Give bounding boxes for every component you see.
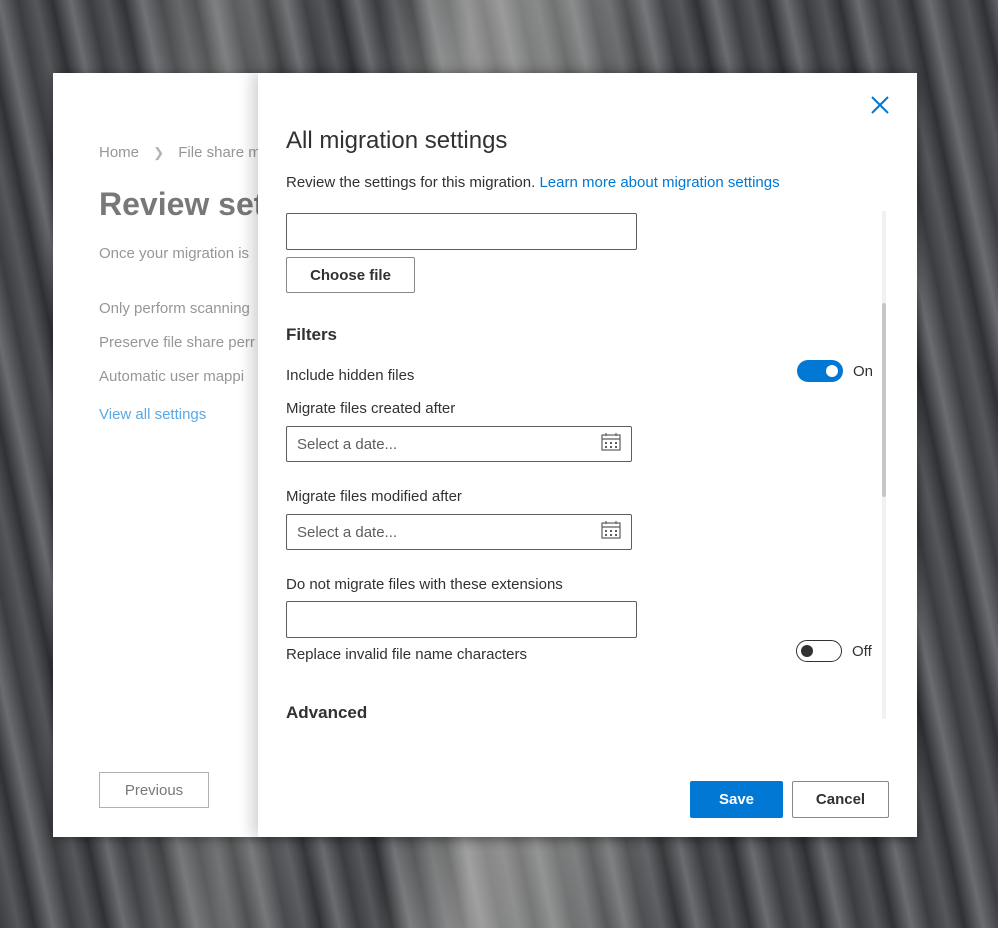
replace-invalid-chars-toggle[interactable]: Off	[796, 640, 872, 662]
learn-more-link[interactable]: Learn more about migration settings	[539, 174, 779, 191]
migration-window: Home ❯ File share m Review sett Once you…	[53, 73, 917, 837]
toggle-state-label: On	[853, 362, 874, 380]
calendar-icon[interactable]	[601, 520, 621, 544]
cancel-button[interactable]: Cancel	[792, 781, 889, 818]
all-migration-settings-panel: All migration settings Review the settin…	[258, 73, 917, 837]
excluded-extensions-input[interactable]	[286, 601, 637, 638]
calendar-icon[interactable]	[601, 432, 621, 456]
close-icon[interactable]	[866, 91, 894, 119]
file-path-input[interactable]	[286, 213, 637, 250]
panel-description-text: Review the settings for this migration.	[286, 174, 536, 191]
toggle-switch[interactable]	[797, 360, 843, 382]
page-dim-overlay	[53, 73, 263, 837]
created-after-label: Migrate files created after	[286, 400, 456, 417]
toggle-knob	[826, 365, 838, 377]
toggle-knob	[801, 645, 813, 657]
toggle-state-label: Off	[852, 642, 872, 660]
excluded-extensions-label: Do not migrate files with these extensio…	[286, 576, 563, 593]
created-after-date-picker[interactable]: Select a date...	[286, 426, 632, 462]
review-settings-page: Home ❯ File share m Review sett Once you…	[53, 73, 263, 837]
include-hidden-files-label: Include hidden files	[286, 367, 415, 384]
toggle-switch[interactable]	[796, 640, 842, 662]
date-placeholder: Select a date...	[297, 435, 398, 453]
panel-title: All migration settings	[286, 127, 508, 154]
settings-scroll-area[interactable]: Choose file Filters Include hidden files…	[286, 211, 886, 719]
replace-invalid-chars-label: Replace invalid file name characters	[286, 646, 527, 663]
choose-file-button[interactable]: Choose file	[286, 257, 415, 293]
date-placeholder: Select a date...	[297, 523, 398, 541]
modified-after-label: Migrate files modified after	[286, 488, 462, 505]
filters-heading: Filters	[286, 325, 338, 344]
panel-description: Review the settings for this migration. …	[286, 174, 780, 191]
save-button[interactable]: Save	[690, 781, 783, 818]
scrollbar-thumb[interactable]	[882, 303, 886, 497]
advanced-heading: Advanced	[286, 703, 368, 719]
include-hidden-files-toggle[interactable]: On	[797, 360, 873, 382]
modified-after-date-picker[interactable]: Select a date...	[286, 514, 632, 550]
